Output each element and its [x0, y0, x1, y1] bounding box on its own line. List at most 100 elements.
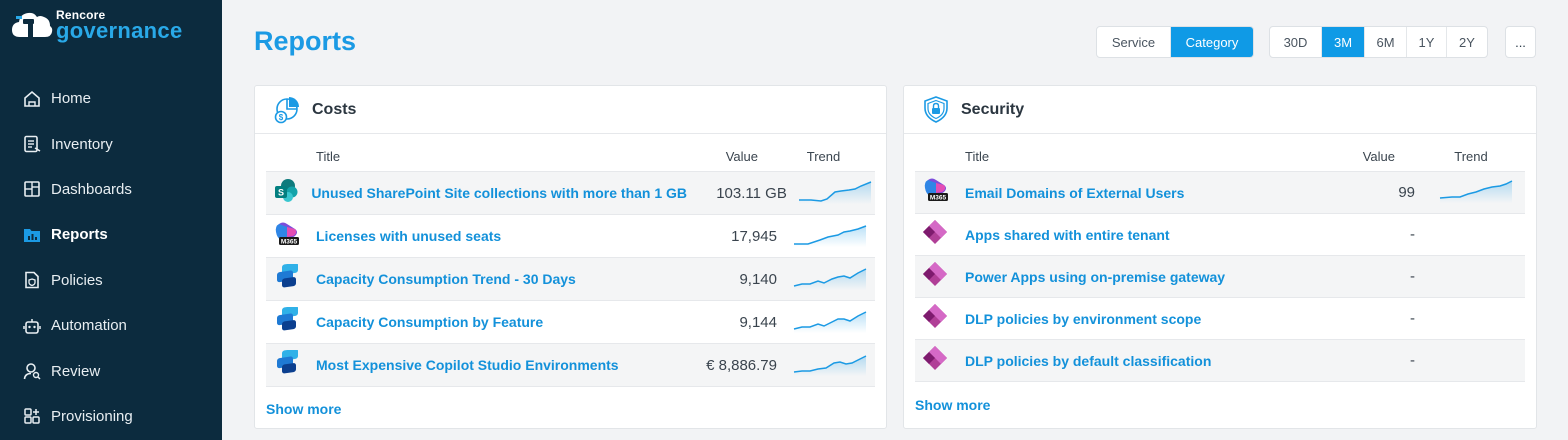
m365-icon: M365 [922, 177, 950, 208]
report-title-link[interactable]: Capacity Consumption by Feature [316, 314, 665, 330]
trend-sparkline [792, 307, 868, 338]
more-options-button[interactable]: ... [1505, 26, 1536, 58]
report-value: - [1410, 268, 1415, 285]
report-value: 99 [1398, 184, 1415, 201]
security-show-more-link[interactable]: Show more [915, 397, 990, 413]
report-value: - [1410, 352, 1415, 369]
column-title-header: Title [316, 149, 341, 164]
report-title-link[interactable]: Power Apps using on-premise gateway [965, 269, 1335, 285]
trend-sparkline [792, 264, 868, 295]
security-shield-icon [921, 95, 951, 125]
range-1y-button[interactable]: 1Y [1407, 27, 1447, 57]
report-title-link[interactable]: Capacity Consumption Trend - 30 Days [316, 271, 665, 287]
sidebar-item-home[interactable]: Home [0, 76, 222, 121]
table-row[interactable]: DLP policies by environment scope - [915, 298, 1525, 340]
svg-text:M365: M365 [281, 238, 298, 245]
power-apps-icon [922, 261, 948, 292]
table-row[interactable]: Apps shared with entire tenant - [915, 214, 1525, 256]
sidebar-item-provisioning[interactable]: Provisioning [0, 394, 222, 439]
home-icon [22, 89, 42, 109]
costs-card-title: Costs [312, 100, 357, 118]
costs-show-more-link[interactable]: Show more [266, 401, 341, 417]
range-30d-button[interactable]: 30D [1270, 27, 1322, 57]
rencore-logo[interactable]: Rencore governance [10, 6, 183, 44]
table-row[interactable]: S Unused SharePoint Site collections wit… [266, 172, 875, 215]
report-title-link[interactable]: Licenses with unused seats [316, 228, 665, 244]
report-value: 9,144 [739, 313, 777, 331]
svg-text:$: $ [279, 113, 284, 122]
page-title: Reports [254, 26, 357, 56]
trend-sparkline [797, 178, 873, 209]
report-title-link[interactable]: Apps shared with entire tenant [965, 227, 1335, 243]
service-toggle-button[interactable]: Service [1097, 27, 1171, 57]
report-value: 17,945 [731, 227, 777, 245]
range-2y-button[interactable]: 2Y [1447, 27, 1487, 57]
report-title-link[interactable]: Unused SharePoint Site collections with … [311, 185, 687, 201]
security-card: Security Title Value Trend M365 Email Do… [903, 85, 1537, 429]
column-title-header: Title [965, 149, 990, 164]
category-toggle-button[interactable]: Category [1171, 27, 1253, 57]
svg-text:S: S [278, 187, 284, 197]
security-table: Title Value Trend M365 Email Domains of … [915, 135, 1525, 382]
cloud-logo-icon [10, 7, 54, 43]
trend-sparkline [792, 350, 868, 381]
sidebar-item-policies[interactable]: Policies [0, 258, 222, 303]
report-value: 9,140 [739, 270, 777, 288]
range-6m-button[interactable]: 6M [1365, 27, 1407, 57]
report-value: - [1410, 310, 1415, 327]
report-title-link[interactable]: Most Expensive Copilot Studio Environmen… [316, 357, 665, 373]
provisioning-icon [22, 406, 42, 426]
power-apps-icon [922, 219, 948, 250]
table-row[interactable]: Capacity Consumption Trend - 30 Days 9,1… [266, 258, 875, 301]
costs-card: $ Costs Title Value Trend S Unused Share… [254, 85, 887, 429]
sidebar-item-reports[interactable]: Reports [0, 212, 222, 257]
security-card-title: Security [961, 100, 1025, 118]
sidebar-item-dashboards[interactable]: Dashboards [0, 167, 222, 212]
power-apps-icon [922, 345, 948, 376]
column-trend-header: Trend [806, 149, 841, 164]
view-toggle: Service Category [1096, 26, 1254, 58]
power-apps-icon [922, 303, 948, 334]
range-3m-button[interactable]: 3M [1322, 27, 1365, 57]
sidebar-item-label: Inventory [51, 135, 113, 153]
sidebar-item-review[interactable]: Review [0, 348, 222, 393]
report-value: € 8,886.79 [706, 356, 777, 374]
security-card-header: Security [904, 86, 1536, 134]
costs-card-header: $ Costs [255, 86, 886, 134]
sidebar-item-label: Home [51, 90, 92, 108]
report-title-link[interactable]: DLP policies by default classification [965, 353, 1335, 369]
table-row[interactable]: Power Apps using on-premise gateway - [915, 256, 1525, 298]
report-value: 103.11 GB [716, 184, 787, 202]
sidebar-item-inventory[interactable]: Inventory [0, 121, 222, 166]
sidebar-item-label: Policies [51, 271, 103, 289]
copilot-studio-icon [273, 348, 301, 381]
reports-icon [22, 225, 42, 245]
table-row[interactable]: Most Expensive Copilot Studio Environmen… [266, 344, 875, 387]
report-title-link[interactable]: DLP policies by environment scope [965, 311, 1335, 327]
sidebar: Rencore governance Home Inventory Dashbo… [0, 0, 222, 440]
brand-bottom: governance [56, 17, 183, 43]
trend-sparkline [1438, 177, 1514, 208]
report-value: - [1410, 226, 1415, 243]
report-title-link[interactable]: Email Domains of External Users [965, 185, 1335, 201]
review-icon [22, 361, 42, 381]
time-range-toggle: 30D 3M 6M 1Y 2Y [1269, 26, 1488, 58]
table-row[interactable]: M365 Email Domains of External Users 99 [915, 172, 1525, 214]
column-trend-header: Trend [1454, 149, 1488, 164]
sidebar-nav: Home Inventory Dashboards Reports Polici… [0, 76, 222, 439]
sharepoint-icon: S [273, 178, 299, 209]
table-row[interactable]: Capacity Consumption by Feature 9,144 [266, 301, 875, 344]
sidebar-item-label: Review [51, 362, 101, 380]
sidebar-item-label: Dashboards [51, 180, 132, 198]
column-value-header: Value [725, 149, 758, 164]
svg-text:M365: M365 [930, 195, 947, 202]
costs-table: Title Value Trend S Unused SharePoint Si… [266, 135, 875, 387]
trend-sparkline [792, 221, 868, 252]
costs-icon: $ [272, 95, 302, 125]
sidebar-item-label: Provisioning [51, 407, 133, 425]
policies-icon [22, 270, 42, 290]
table-row[interactable]: M365 Licenses with unused seats 17,945 [266, 215, 875, 258]
sidebar-item-automation[interactable]: Automation [0, 303, 222, 348]
table-row[interactable]: DLP policies by default classification - [915, 340, 1525, 382]
inventory-icon [22, 134, 42, 154]
